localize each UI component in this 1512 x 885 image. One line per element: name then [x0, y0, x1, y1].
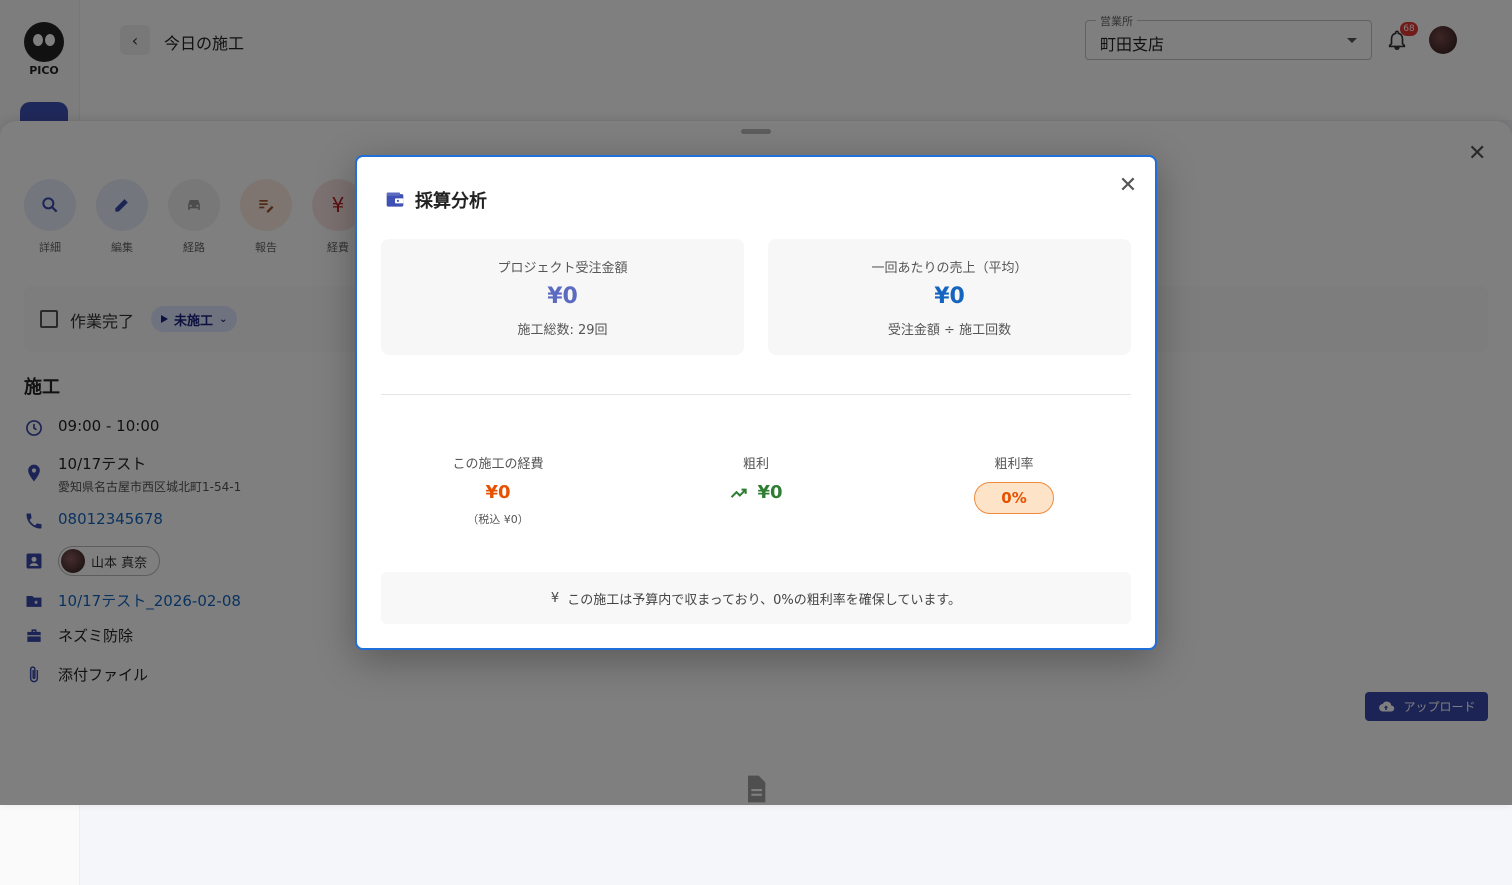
- gross-profit-value: ¥0: [757, 482, 783, 503]
- gross-profit-label: 粗利: [742, 457, 769, 472]
- yen-icon: ¥: [550, 590, 560, 606]
- gross-profit-value-row: ¥0: [656, 482, 856, 503]
- dialog-title: 採算分析: [415, 191, 487, 212]
- average-sales-label: 一回あたりの売上（平均）: [871, 261, 1028, 276]
- analysis-note-text: この施工は予算内で収まっており、0%の粗利率を確保しています。: [567, 592, 962, 608]
- average-sales-card: 一回あたりの売上（平均） ¥0 受注金額 ÷ 施工回数: [768, 239, 1131, 355]
- expense-value: ¥0: [485, 482, 511, 503]
- order-amount-card: プロジェクト受注金額 ¥0 施工総数: 29回: [381, 239, 744, 355]
- expense-tax-included: （税込 ¥0）: [467, 513, 529, 526]
- analysis-note: ¥ この施工は予算内で収まっており、0%の粗利率を確保しています。: [381, 572, 1131, 624]
- margin-value-row: 0%: [914, 482, 1114, 514]
- margin-label: 粗利率: [994, 457, 1034, 472]
- profit-analysis-dialog: 採算分析 ✕ プロジェクト受注金額 ¥0 施工総数: 29回 一回あたりの売上（…: [355, 155, 1157, 650]
- dialog-divider: [381, 394, 1131, 395]
- dialog-header: 採算分析: [385, 187, 487, 213]
- dialog-close-icon[interactable]: ✕: [1117, 175, 1139, 197]
- order-amount-value: ¥0: [547, 284, 578, 309]
- expense-metric: この施工の経費 ¥0 （税込 ¥0）: [398, 453, 598, 527]
- trending-up-icon: [731, 488, 748, 498]
- wallet-icon: [386, 192, 404, 207]
- order-amount-label: プロジェクト受注金額: [497, 261, 628, 276]
- gross-profit-metric: 粗利 ¥0: [656, 453, 856, 503]
- expense-label: この施工の経費: [452, 457, 544, 472]
- average-sales-formula: 受注金額 ÷ 施工回数: [887, 323, 1012, 338]
- average-sales-value: ¥0: [934, 284, 965, 309]
- margin-metric: 粗利率 0%: [914, 453, 1114, 514]
- total-visits-text: 施工総数: 29回: [517, 323, 608, 338]
- margin-value-chip: 0%: [974, 482, 1054, 514]
